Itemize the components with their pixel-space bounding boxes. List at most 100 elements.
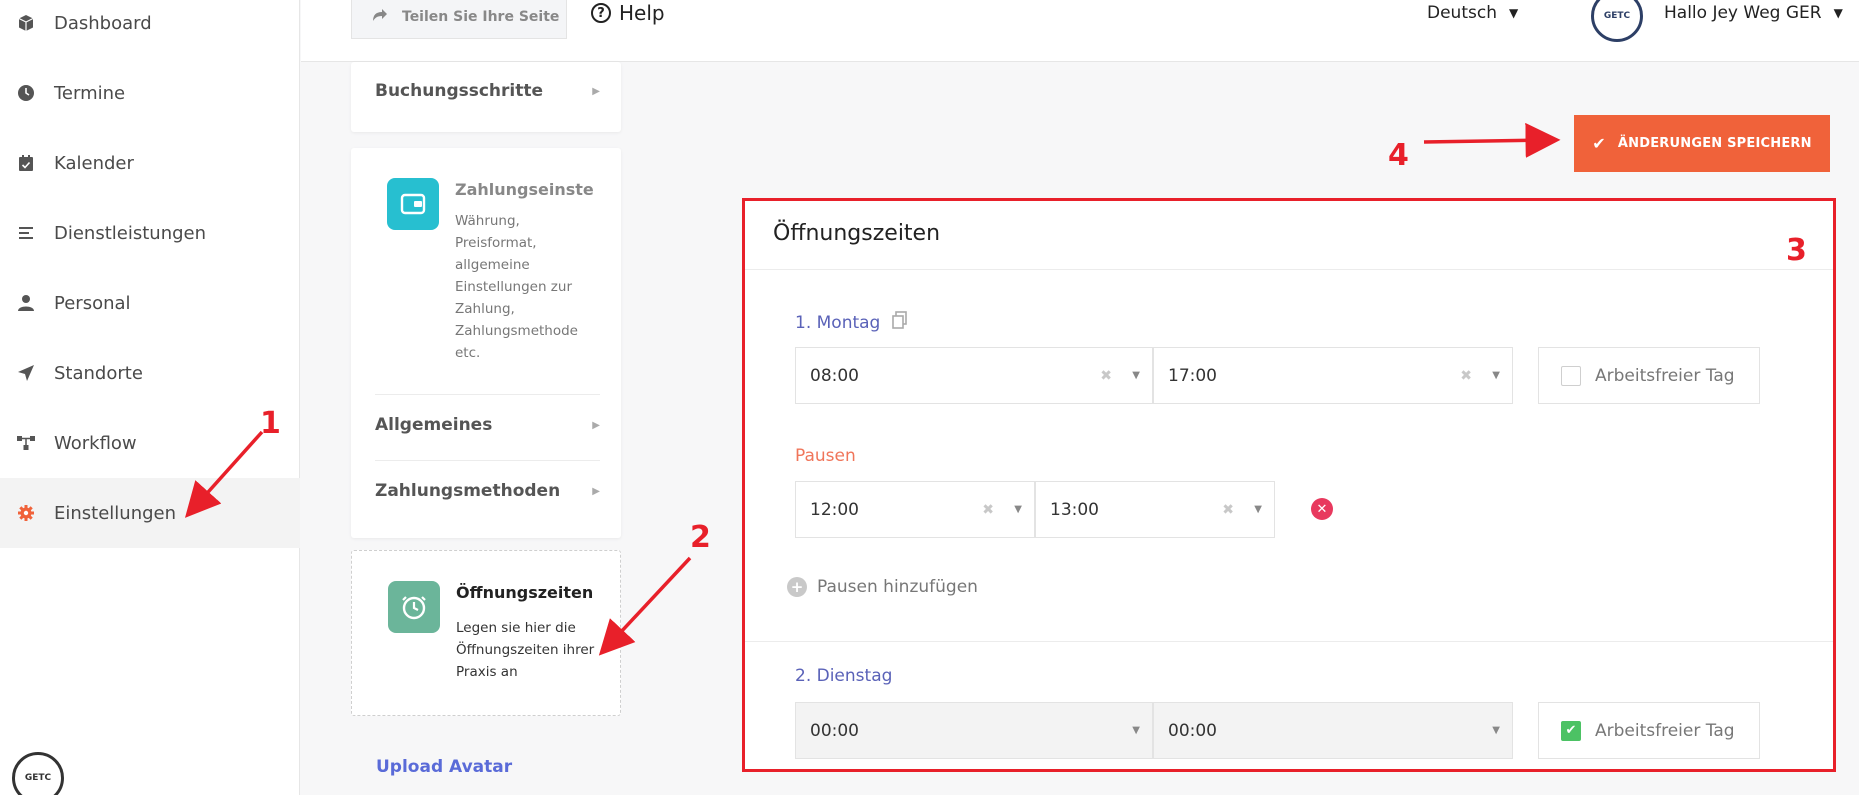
company-logo: GETC — [12, 752, 64, 795]
clear-icon[interactable]: ✖ — [1100, 368, 1112, 384]
select-value: 12:00 — [810, 499, 859, 520]
caret-right-icon: ▶ — [592, 85, 600, 97]
general-link[interactable]: Allgemeines ▶ — [375, 410, 600, 440]
payment-methods-link[interactable]: Zahlungsmethoden ▶ — [375, 476, 600, 506]
clear-icon[interactable]: ✖ — [982, 502, 994, 518]
caret-down-icon: ▼ — [1132, 725, 1140, 736]
chevron-down-icon: ▼ — [1833, 6, 1843, 20]
help-link[interactable]: ? Help — [591, 0, 665, 26]
opening-hours-title: Öffnungszeiten — [456, 583, 594, 602]
annotation-number-2: 2 — [690, 520, 711, 555]
sidebar-item-kalender[interactable]: Kalender — [0, 128, 300, 198]
caret-down-icon: ▼ — [1254, 504, 1262, 515]
annotation-arrow-4 — [1423, 122, 1561, 158]
caret-right-icon: ▶ — [592, 419, 600, 431]
clock-icon — [14, 81, 38, 105]
sidebar-item-label: Termine — [54, 82, 126, 104]
annotation-number-1: 1 — [260, 406, 281, 441]
sidebar-item-standorte[interactable]: Standorte — [0, 338, 300, 408]
opening-hours-description: Legen sie hier die Öffnungszeiten ihrer … — [456, 620, 595, 680]
monday-day-off-checkbox[interactable]: Arbeitsfreier Tag — [1538, 347, 1760, 404]
sidebar-item-label: Personal — [54, 292, 131, 314]
day-off-label: Arbeitsfreier Tag — [1595, 365, 1735, 386]
language-select[interactable]: Deutsch ▼ — [1427, 0, 1518, 26]
day-label-text: 1. Montag — [795, 312, 881, 333]
add-break-label: Pausen hinzufügen — [817, 577, 978, 597]
day-off-label: Arbeitsfreier Tag — [1595, 720, 1735, 741]
checkbox[interactable]: ✔ — [1561, 720, 1581, 741]
wallet-icon — [387, 178, 439, 230]
break-start-select[interactable]: 12:00 ✖ ▼ — [795, 481, 1035, 538]
divider — [375, 460, 600, 461]
select-value: 13:00 — [1050, 499, 1099, 520]
list-icon — [14, 221, 38, 245]
upload-avatar-link[interactable]: Upload Avatar — [376, 757, 512, 777]
day-label-tuesday: 2. Dienstag — [795, 666, 892, 686]
payment-settings-title[interactable]: Zahlungseinste — [455, 180, 605, 199]
sidebar-item-label: Kalender — [54, 152, 134, 174]
tuesday-end-select[interactable]: 00:00 ▼ — [1153, 702, 1513, 759]
language-label: Deutsch — [1427, 3, 1497, 23]
remove-break-icon[interactable]: ✕ — [1311, 498, 1333, 520]
clock-icon — [388, 581, 440, 633]
gear-icon — [14, 501, 38, 525]
share-arrow-icon — [372, 8, 388, 26]
annotation-number-3: 3 — [1786, 233, 1807, 268]
caret-down-icon: ▼ — [1492, 725, 1500, 736]
help-label: Help — [619, 1, 665, 25]
sidebar-item-label: Einstellungen — [54, 502, 177, 524]
sidebar-item-label: Dashboard — [54, 12, 152, 34]
opening-hours-card[interactable]: Öffnungszeiten Legen sie hier die Öffnun… — [351, 550, 621, 716]
monday-start-select[interactable]: 08:00 ✖ ▼ — [795, 347, 1153, 404]
cube-icon — [14, 11, 38, 35]
sidebar: Dashboard Termine Kalender Dienstleistun… — [0, 0, 300, 795]
sidebar-item-dienstleistungen[interactable]: Dienstleistungen — [0, 198, 300, 268]
divider — [745, 641, 1833, 642]
sidebar-item-label: Dienstleistungen — [54, 222, 207, 244]
add-break-button[interactable]: + Pausen hinzufügen — [787, 577, 978, 597]
opening-hours-panel: Öffnungszeiten 1. Montag 08:00 ✖ ▼ 17:00… — [742, 198, 1836, 772]
question-circle-icon: ? — [591, 3, 611, 23]
caret-down-icon: ▼ — [1492, 370, 1500, 381]
booking-steps-label: Buchungsschritte — [375, 81, 544, 101]
booking-steps-card: Buchungsschritte ▶ — [351, 62, 621, 132]
sidebar-item-dashboard[interactable]: Dashboard — [0, 0, 300, 58]
sidebar-item-personal[interactable]: Personal — [0, 268, 300, 338]
clear-icon[interactable]: ✖ — [1460, 368, 1472, 384]
divider — [745, 269, 1833, 270]
chevron-down-icon: ▼ — [1508, 6, 1519, 20]
payment-settings-card: Zahlungseinste Währung, Preisformat, all… — [351, 148, 621, 538]
payment-settings-description: Währung, Preisformat, allgemeine Einstel… — [455, 213, 578, 361]
monday-end-select[interactable]: 17:00 ✖ ▼ — [1153, 347, 1513, 404]
sidebar-item-termine[interactable]: Termine — [0, 58, 300, 128]
break-end-select[interactable]: 13:00 ✖ ▼ — [1035, 481, 1275, 538]
share-page-button[interactable]: Teilen Sie Ihre Seite — [351, 0, 567, 39]
share-page-label: Teilen Sie Ihre Seite — [402, 8, 560, 25]
caret-down-icon: ▼ — [1014, 504, 1022, 515]
user-icon — [14, 291, 38, 315]
day-label-monday: 1. Montag — [795, 311, 908, 334]
workflow-icon — [14, 431, 38, 455]
breaks-label: Pausen — [795, 446, 856, 466]
sidebar-item-workflow[interactable]: Workflow — [0, 408, 300, 478]
sidebar-item-einstellungen[interactable]: Einstellungen — [0, 478, 300, 548]
copy-icon[interactable] — [892, 311, 908, 334]
day-label-text: 2. Dienstag — [795, 666, 893, 686]
user-menu[interactable]: Hallo Jey Weg GER ▼ — [1664, 0, 1843, 26]
clear-icon[interactable]: ✖ — [1222, 502, 1234, 518]
booking-steps-link[interactable]: Buchungsschritte ▶ — [375, 76, 600, 106]
save-changes-button[interactable]: ✔ ÄNDERUNGEN SPEICHERN — [1574, 115, 1830, 172]
tuesday-day-off-checkbox[interactable]: ✔ Arbeitsfreier Tag — [1538, 702, 1760, 759]
checkbox[interactable] — [1561, 365, 1581, 386]
caret-right-icon: ▶ — [592, 485, 600, 497]
tuesday-start-select[interactable]: 00:00 ▼ — [795, 702, 1153, 759]
caret-down-icon: ▼ — [1132, 370, 1140, 381]
payment-methods-label: Zahlungsmethoden — [375, 481, 561, 501]
annotation-number-4: 4 — [1388, 138, 1409, 173]
user-avatar[interactable]: GETC — [1591, 0, 1643, 42]
plus-circle-icon: + — [787, 577, 807, 597]
select-value: 08:00 — [810, 365, 859, 386]
user-greeting: Hallo Jey Weg GER — [1664, 3, 1822, 23]
divider — [375, 394, 600, 395]
sidebar-item-label: Standorte — [54, 362, 143, 384]
